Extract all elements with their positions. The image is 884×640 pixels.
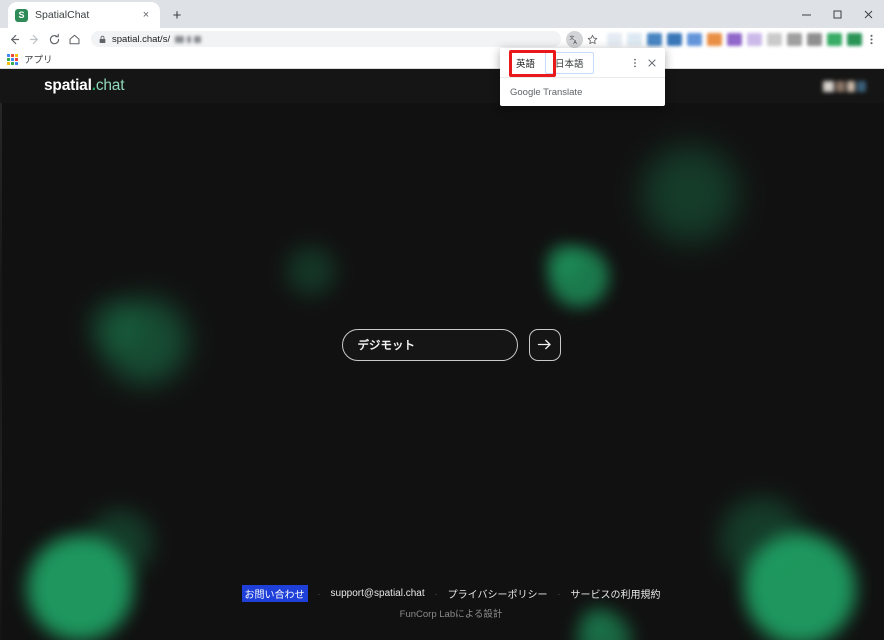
close-icon[interactable]: × bbox=[139, 8, 153, 22]
extension-icon[interactable] bbox=[727, 33, 742, 46]
footer-link[interactable]: support@spatial.chat bbox=[331, 588, 425, 599]
extension-icon[interactable] bbox=[647, 33, 662, 46]
reload-icon[interactable] bbox=[45, 30, 64, 49]
kebab-menu-icon[interactable] bbox=[627, 52, 643, 74]
url-redacted bbox=[175, 36, 201, 43]
browser-tab[interactable]: S SpatialChat × bbox=[8, 2, 160, 28]
tab-title: SpatialChat bbox=[35, 9, 132, 21]
footer-link[interactable]: お問い合わせ bbox=[242, 585, 308, 602]
footer-separator: · bbox=[318, 589, 321, 599]
footer-link[interactable]: サービスの利用規約 bbox=[570, 586, 660, 601]
footer-separator: · bbox=[557, 589, 560, 599]
home-icon[interactable] bbox=[65, 30, 84, 49]
extension-icon[interactable] bbox=[787, 33, 802, 46]
new-tab-button[interactable]: + bbox=[164, 2, 190, 28]
bookmarks-bar: アプリ bbox=[0, 50, 884, 69]
apps-grid-icon[interactable] bbox=[7, 54, 18, 65]
page-content: spatial.chat お問い合わせ·support@spatial.chat… bbox=[0, 69, 884, 640]
bookmark-apps-label[interactable]: アプリ bbox=[24, 52, 53, 66]
lock-icon bbox=[98, 35, 107, 44]
extension-icon[interactable] bbox=[827, 33, 842, 46]
browser-window: S SpatialChat × + spatial.chat/s/ 文 A アプ… bbox=[0, 0, 884, 640]
translate-provider-label: Google Translate bbox=[500, 78, 665, 106]
close-icon[interactable] bbox=[643, 52, 661, 74]
spatialchat-favicon: S bbox=[15, 9, 28, 22]
extension-icon[interactable] bbox=[687, 33, 702, 46]
translate-icon[interactable]: 文 A bbox=[566, 31, 583, 48]
footer-link[interactable]: プライバシーポリシー bbox=[448, 586, 548, 601]
kebab-menu-icon[interactable] bbox=[863, 30, 879, 49]
arrow-right-icon bbox=[535, 335, 554, 354]
url-text: spatial.chat/s/ bbox=[112, 34, 170, 45]
back-icon[interactable] bbox=[5, 30, 24, 49]
site-footer: お問い合わせ · support@spatial.chat · プライバシーポリシー · サ… bbox=[0, 585, 884, 620]
maximize-icon[interactable] bbox=[822, 0, 853, 28]
browser-titlebar: S SpatialChat × + bbox=[0, 0, 884, 28]
name-input[interactable] bbox=[342, 329, 518, 361]
browser-toolbar: spatial.chat/s/ 文 A bbox=[0, 28, 884, 50]
extension-icon[interactable] bbox=[607, 33, 622, 46]
footer-credit: FunCorp Labによる設計 bbox=[400, 606, 503, 620]
translate-tab-target[interactable]: 日本語 bbox=[545, 52, 594, 74]
extension-icon[interactable] bbox=[667, 33, 682, 46]
submit-button[interactable] bbox=[529, 329, 561, 361]
extension-icon[interactable] bbox=[847, 33, 862, 46]
translate-language-tabs: 英語 日本語 bbox=[506, 52, 627, 74]
minimize-icon[interactable] bbox=[791, 0, 822, 28]
window-controls bbox=[791, 0, 884, 28]
extension-icon[interactable] bbox=[767, 33, 782, 46]
svg-text:A: A bbox=[573, 39, 577, 44]
translate-tab-source[interactable]: 英語 bbox=[506, 52, 545, 74]
extension-icon[interactable] bbox=[747, 33, 762, 46]
address-bar[interactable]: spatial.chat/s/ bbox=[91, 31, 561, 47]
extension-icons bbox=[602, 33, 862, 46]
join-form bbox=[0, 69, 884, 640]
extension-icon[interactable] bbox=[627, 33, 642, 46]
close-icon[interactable] bbox=[853, 0, 884, 28]
forward-icon bbox=[25, 30, 44, 49]
extension-icon[interactable] bbox=[707, 33, 722, 46]
star-icon[interactable] bbox=[584, 31, 601, 48]
translate-popup-header: 英語 日本語 bbox=[500, 48, 665, 78]
footer-separator: · bbox=[435, 589, 438, 599]
extension-icon[interactable] bbox=[807, 33, 822, 46]
translate-popup: 英語 日本語 Google Translate bbox=[500, 48, 665, 106]
footer-links: お問い合わせ · support@spatial.chat · プライバシーポリシー · サ… bbox=[242, 585, 661, 602]
